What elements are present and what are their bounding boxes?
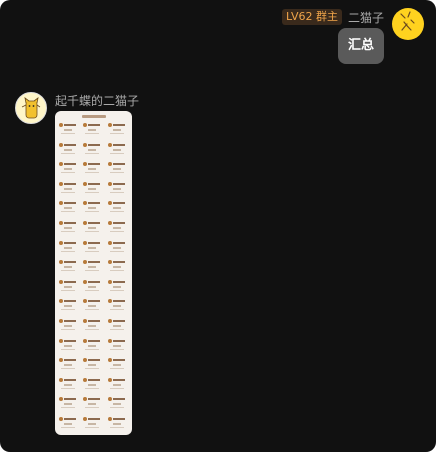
image-list-entry [82, 258, 104, 278]
image-list-entry [82, 395, 104, 415]
message-bubble[interactable]: 汇总 [337, 28, 384, 64]
image-list-entry [58, 317, 80, 337]
image-list-entry [107, 376, 129, 396]
image-list-entry [107, 317, 129, 337]
image-list-entry [58, 356, 80, 376]
image-list-entry [82, 199, 104, 219]
shared-image[interactable] [55, 111, 132, 435]
other-avatar[interactable] [15, 92, 47, 124]
cat-doodle-icon [400, 11, 415, 31]
image-list-entry [107, 415, 129, 435]
image-list-entry [107, 121, 129, 141]
image-list-entry [82, 141, 104, 161]
image-list-entry [58, 180, 80, 200]
image-list-entry [82, 180, 104, 200]
image-list-entry [107, 219, 129, 239]
image-list-entry [107, 395, 129, 415]
image-list-entry [58, 199, 80, 219]
image-list-entry [58, 337, 80, 357]
image-list-entry [58, 239, 80, 259]
image-list-entry [82, 219, 104, 239]
image-list-entry [107, 141, 129, 161]
image-list-entry [82, 376, 104, 396]
image-list-entry [107, 258, 129, 278]
image-list-entry [82, 121, 104, 141]
image-list-entry [58, 278, 80, 298]
image-list-entry [107, 239, 129, 259]
image-list-entry [58, 258, 80, 278]
image-list-entry [82, 160, 104, 180]
image-header [59, 113, 128, 120]
image-list-entry [107, 356, 129, 376]
image-list-entry [58, 297, 80, 317]
image-list-entry [82, 356, 104, 376]
level-badge: LV62 群主 [282, 9, 342, 25]
image-list-entry [107, 180, 129, 200]
image-list-entry [58, 121, 80, 141]
image-list-entry [82, 239, 104, 259]
image-list-entry [58, 160, 80, 180]
image-list-entry [82, 278, 104, 298]
sender-name[interactable]: 二猫子 [348, 9, 384, 26]
image-list-entry [82, 337, 104, 357]
image-list-grid [58, 121, 129, 432]
cartoon-cat-icon [21, 97, 41, 119]
image-list-entry [58, 219, 80, 239]
image-list-entry [107, 337, 129, 357]
other-sender-name[interactable]: 起千蝶的二猫子 [55, 92, 139, 109]
self-message-header: LV62 群主 二猫子 [282, 8, 384, 26]
image-list-entry [107, 278, 129, 298]
image-list-entry [58, 141, 80, 161]
image-list-entry [58, 376, 80, 396]
image-list-entry [82, 297, 104, 317]
image-list-entry [58, 395, 80, 415]
image-list-entry [82, 415, 104, 435]
self-avatar[interactable] [392, 8, 424, 40]
image-list-entry [58, 415, 80, 435]
image-list-entry [107, 160, 129, 180]
image-list-entry [107, 297, 129, 317]
image-list-entry [82, 317, 104, 337]
chat-window: LV62 群主 二猫子 汇总 起千蝶的二猫子 [0, 0, 436, 452]
image-list-entry [107, 199, 129, 219]
